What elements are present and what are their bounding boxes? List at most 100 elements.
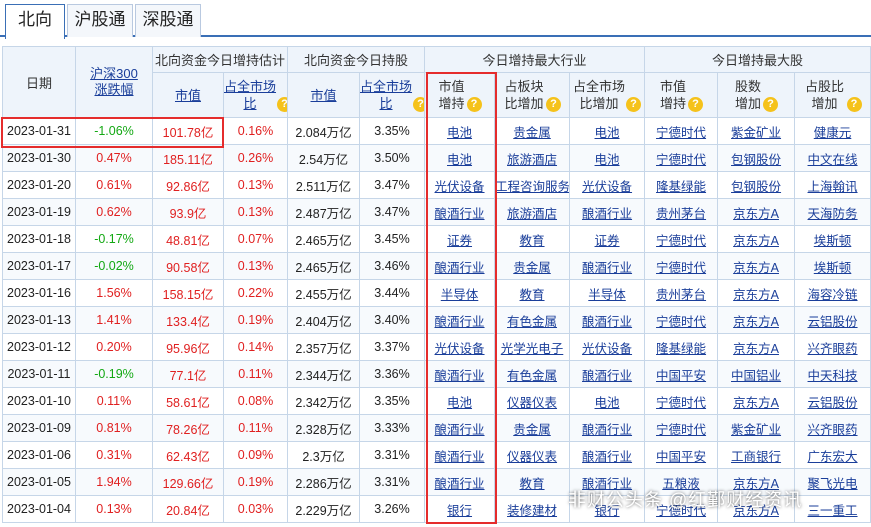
stock-link-value[interactable]: 宁德时代 bbox=[656, 126, 706, 140]
stock-link-shares[interactable]: 包钢股份 bbox=[731, 180, 781, 194]
stock-link-ratio-cell[interactable]: 兴齐眼药 bbox=[794, 333, 871, 361]
stock-link-shares[interactable]: 工商银行 bbox=[731, 450, 781, 464]
industry-link-block-cell[interactable]: 仪器仪表 bbox=[494, 441, 571, 469]
industry-link-block-cell[interactable]: 装修建材 bbox=[494, 495, 571, 523]
industry-link-value[interactable]: 银行 bbox=[447, 504, 472, 518]
industry-link-block-cell[interactable]: 旅游酒店 bbox=[494, 144, 571, 172]
help-icon[interactable]: ? bbox=[413, 97, 424, 113]
stock-link-value[interactable]: 中国平安 bbox=[656, 450, 706, 464]
industry-link-market[interactable]: 电池 bbox=[595, 396, 620, 410]
industry-link-block[interactable]: 贵金属 bbox=[513, 126, 551, 140]
stock-link-ratio[interactable]: 埃斯顿 bbox=[814, 234, 852, 248]
stock-link-ratio-cell[interactable]: 埃斯顿 bbox=[794, 252, 871, 280]
industry-link-market[interactable]: 光伏设备 bbox=[582, 180, 632, 194]
help-icon[interactable]: ? bbox=[466, 97, 482, 113]
industry-link-value[interactable]: 电池 bbox=[447, 153, 472, 167]
stock-link-value-cell[interactable]: 隆基绿能 bbox=[644, 333, 719, 361]
industry-link-value-cell[interactable]: 电池 bbox=[424, 117, 496, 145]
industry-link-market-cell[interactable]: 半导体 bbox=[569, 279, 646, 307]
stock-link-shares-cell[interactable]: 包钢股份 bbox=[717, 171, 796, 199]
stock-link-value-cell[interactable]: 宁德时代 bbox=[644, 306, 719, 334]
industry-link-block-cell[interactable]: 教育 bbox=[494, 225, 571, 253]
industry-link-block[interactable]: 工程咨询服务 bbox=[496, 180, 569, 194]
industry-link-value[interactable]: 酿酒行业 bbox=[435, 315, 485, 329]
industry-link-block-cell[interactable]: 光学光电子 bbox=[494, 333, 571, 361]
hold-ratio-sort-link[interactable]: 占全市场比 bbox=[361, 78, 413, 112]
stock-link-value-cell[interactable]: 宁德时代 bbox=[644, 144, 719, 172]
stock-link-ratio-cell[interactable]: 上海翰讯 bbox=[794, 171, 871, 199]
stock-link-ratio[interactable]: 中天科技 bbox=[808, 369, 858, 383]
header-est-ratio[interactable]: 占全市场比? bbox=[222, 72, 289, 118]
industry-link-market-cell[interactable]: 电池 bbox=[569, 117, 646, 145]
industry-link-block[interactable]: 仪器仪表 bbox=[507, 396, 557, 410]
industry-link-market[interactable]: 光伏设备 bbox=[582, 342, 632, 356]
stock-link-shares[interactable]: 京东方A bbox=[733, 396, 779, 410]
stock-link-ratio[interactable]: 云铝股份 bbox=[808, 315, 858, 329]
industry-link-block-cell[interactable]: 教育 bbox=[494, 468, 571, 496]
stock-link-ratio[interactable]: 上海翰讯 bbox=[808, 180, 858, 194]
industry-link-block[interactable]: 贵金属 bbox=[513, 261, 551, 275]
industry-link-block-cell[interactable]: 有色金属 bbox=[494, 306, 571, 334]
header-hold-value[interactable]: 市值 bbox=[287, 72, 361, 118]
industry-link-value-cell[interactable]: 酿酒行业 bbox=[424, 468, 496, 496]
industry-link-value-cell[interactable]: 光伏设备 bbox=[424, 171, 496, 199]
industry-link-value-cell[interactable]: 银行 bbox=[424, 495, 496, 523]
industry-link-block[interactable]: 贵金属 bbox=[513, 423, 551, 437]
stock-link-ratio[interactable]: 健康元 bbox=[814, 126, 852, 140]
stock-link-shares[interactable]: 紫金矿业 bbox=[731, 423, 781, 437]
tab-shenzhen-connect[interactable]: 深股通 bbox=[135, 4, 201, 37]
stock-link-value[interactable]: 隆基绿能 bbox=[656, 342, 706, 356]
industry-link-value-cell[interactable]: 酿酒行业 bbox=[424, 198, 496, 226]
industry-link-market-cell[interactable]: 酿酒行业 bbox=[569, 414, 646, 442]
industry-link-block[interactable]: 有色金属 bbox=[507, 369, 557, 383]
stock-link-shares-cell[interactable]: 中国铝业 bbox=[717, 360, 796, 388]
help-icon[interactable]: ? bbox=[546, 97, 562, 113]
stock-link-ratio-cell[interactable]: 天海防务 bbox=[794, 198, 871, 226]
industry-link-value[interactable]: 电池 bbox=[447, 126, 472, 140]
stock-link-shares-cell[interactable]: 京东方A bbox=[717, 333, 796, 361]
stock-link-ratio[interactable]: 广东宏大 bbox=[808, 450, 858, 464]
stock-link-value-cell[interactable]: 宁德时代 bbox=[644, 252, 719, 280]
industry-link-value[interactable]: 酿酒行业 bbox=[435, 261, 485, 275]
stock-link-shares[interactable]: 京东方A bbox=[733, 234, 779, 248]
stock-link-value[interactable]: 宁德时代 bbox=[656, 423, 706, 437]
industry-link-value[interactable]: 酿酒行业 bbox=[435, 369, 485, 383]
stock-link-ratio-cell[interactable]: 广东宏大 bbox=[794, 441, 871, 469]
stock-link-value[interactable]: 贵州茅台 bbox=[656, 207, 706, 221]
stock-link-shares[interactable]: 包钢股份 bbox=[731, 153, 781, 167]
header-hold-ratio[interactable]: 占全市场比? bbox=[359, 72, 426, 118]
stock-link-shares-cell[interactable]: 包钢股份 bbox=[717, 144, 796, 172]
industry-link-block[interactable]: 装修建材 bbox=[507, 504, 557, 518]
help-icon[interactable]: ? bbox=[763, 97, 779, 113]
industry-link-block-cell[interactable]: 旅游酒店 bbox=[494, 198, 571, 226]
industry-link-value-cell[interactable]: 酿酒行业 bbox=[424, 414, 496, 442]
stock-link-ratio[interactable]: 海容冷链 bbox=[808, 288, 858, 302]
stock-link-ratio[interactable]: 兴齐眼药 bbox=[808, 342, 858, 356]
stock-link-value[interactable]: 隆基绿能 bbox=[656, 180, 706, 194]
stock-link-shares[interactable]: 京东方A bbox=[733, 315, 779, 329]
stock-link-value-cell[interactable]: 贵州茅台 bbox=[644, 279, 719, 307]
stock-link-shares-cell[interactable]: 京东方A bbox=[717, 387, 796, 415]
industry-link-block[interactable]: 有色金属 bbox=[507, 315, 557, 329]
stock-link-shares[interactable]: 紫金矿业 bbox=[731, 126, 781, 140]
header-est-value[interactable]: 市值 bbox=[152, 72, 224, 118]
industry-link-value[interactable]: 光伏设备 bbox=[435, 342, 485, 356]
stock-link-shares-cell[interactable]: 京东方A bbox=[717, 279, 796, 307]
industry-link-market[interactable]: 证券 bbox=[595, 234, 620, 248]
industry-link-market[interactable]: 电池 bbox=[595, 153, 620, 167]
stock-link-shares-cell[interactable]: 京东方A bbox=[717, 306, 796, 334]
industry-link-block[interactable]: 教育 bbox=[520, 288, 545, 302]
stock-link-value-cell[interactable]: 中国平安 bbox=[644, 441, 719, 469]
stock-link-shares-cell[interactable]: 工商银行 bbox=[717, 441, 796, 469]
help-icon[interactable]: ? bbox=[846, 97, 862, 113]
industry-link-market[interactable]: 酿酒行业 bbox=[582, 315, 632, 329]
industry-link-value-cell[interactable]: 证券 bbox=[424, 225, 496, 253]
stock-link-value[interactable]: 宁德时代 bbox=[656, 234, 706, 248]
industry-link-block-cell[interactable]: 贵金属 bbox=[494, 252, 571, 280]
stock-link-value[interactable]: 宁德时代 bbox=[656, 261, 706, 275]
stock-link-value-cell[interactable]: 宁德时代 bbox=[644, 414, 719, 442]
tab-north[interactable]: 北向 bbox=[5, 4, 65, 39]
industry-link-market[interactable]: 电池 bbox=[595, 126, 620, 140]
industry-link-block[interactable]: 教育 bbox=[520, 477, 545, 491]
stock-link-value-cell[interactable]: 贵州茅台 bbox=[644, 198, 719, 226]
